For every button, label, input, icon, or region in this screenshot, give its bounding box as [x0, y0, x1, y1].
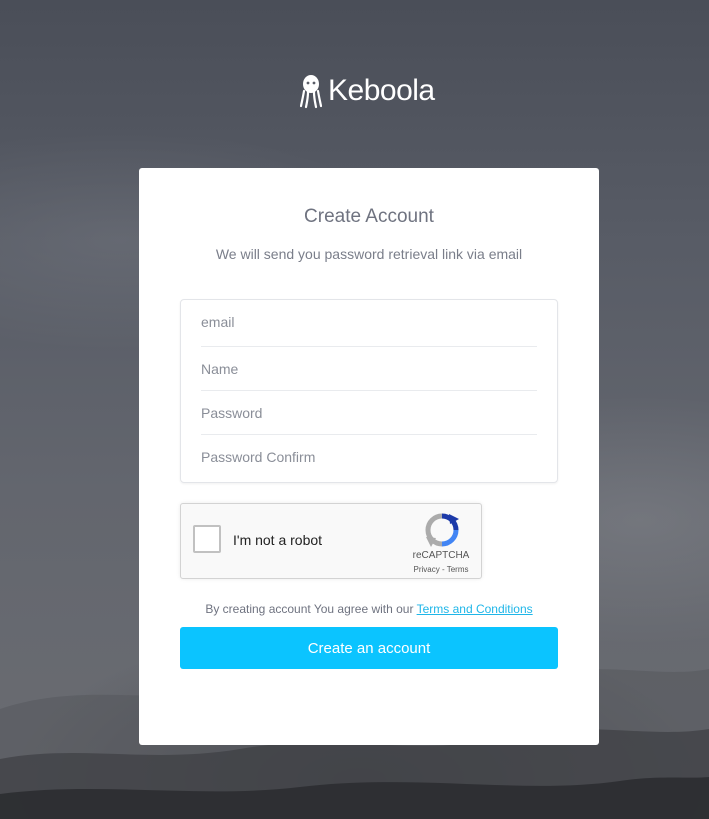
password-field[interactable]	[201, 391, 537, 435]
terms-link[interactable]: Terms and Conditions	[417, 602, 533, 616]
keboola-octopus-icon	[300, 75, 322, 109]
terms-prefix: By creating account You agree with our	[205, 602, 414, 616]
recaptcha-icon	[425, 513, 459, 547]
signup-fields	[180, 299, 558, 483]
email-field[interactable]	[201, 300, 537, 344]
brand-logo[interactable]: Keboola	[300, 72, 435, 110]
password-confirm-field[interactable]	[201, 435, 537, 479]
recaptcha-label: I'm not a robot	[233, 532, 323, 548]
recaptcha-privacy-terms[interactable]: Privacy - Terms	[403, 565, 479, 574]
name-field[interactable]	[201, 347, 537, 391]
recaptcha-checkbox[interactable]	[193, 525, 221, 553]
create-account-button[interactable]: Create an account	[180, 627, 558, 669]
page-title: Create Account	[304, 206, 434, 227]
brand-name: Keboola	[328, 74, 435, 107]
create-account-card: Create Account We will send you password…	[139, 168, 599, 745]
page-subtitle: We will send you password retrieval link…	[215, 246, 523, 262]
recaptcha-widget: I'm not a robot reCAPTCHA Privacy - Term…	[180, 503, 482, 579]
terms-notice: By creating account You agree with our T…	[139, 602, 599, 616]
recaptcha-brand: reCAPTCHA	[412, 550, 470, 561]
